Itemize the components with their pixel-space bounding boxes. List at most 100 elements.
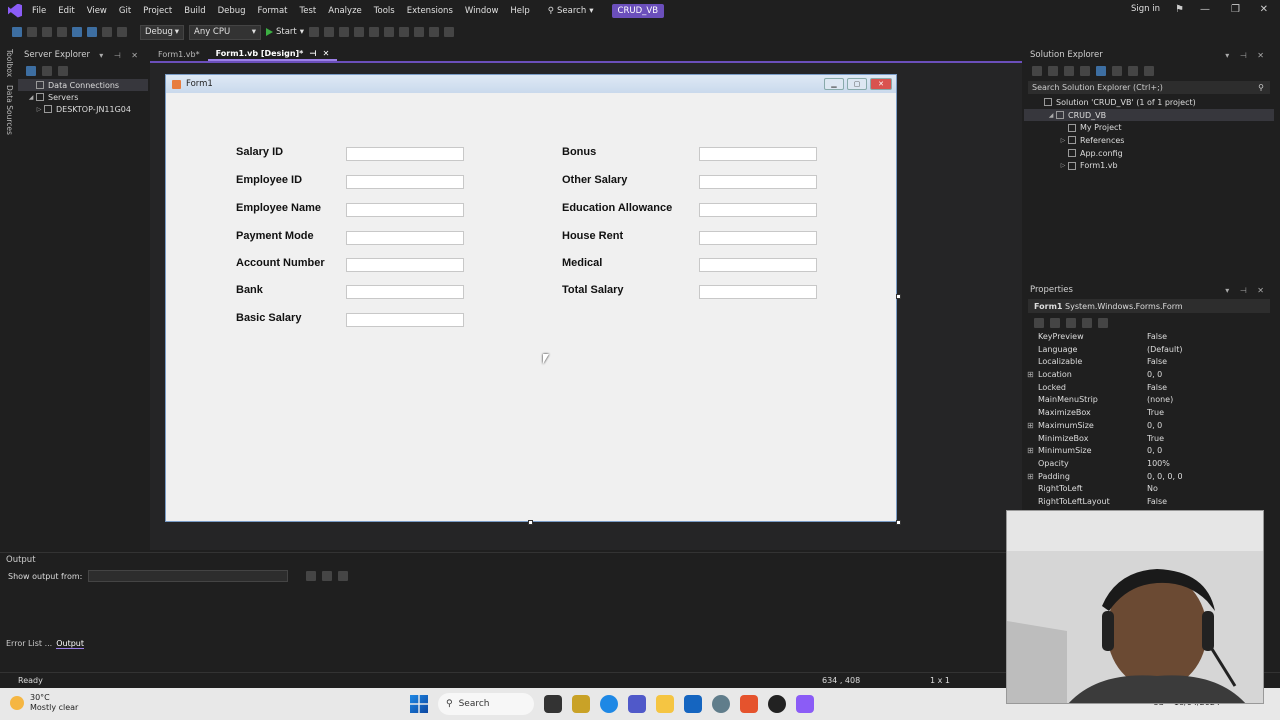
property-row[interactable]: ⊞ MaximumSize 0, 0: [1024, 420, 1274, 433]
sign-in-link[interactable]: Sign in: [1131, 4, 1160, 14]
property-row[interactable]: RightToLeft No: [1024, 483, 1274, 496]
form-textbox[interactable]: [699, 203, 817, 217]
property-value[interactable]: False: [1147, 357, 1167, 366]
property-row[interactable]: MainMenuStrip (none): [1024, 394, 1274, 407]
panel-controls-icon[interactable]: ▾ ⊣ ✕: [99, 51, 142, 60]
chrome-icon[interactable]: [768, 695, 786, 713]
show-all-files-icon[interactable]: [1128, 66, 1138, 76]
expand-plus-icon[interactable]: ⊞: [1027, 472, 1034, 481]
form-label[interactable]: Bank: [236, 284, 263, 296]
solution-tree-node[interactable]: ▷ Form1.vb: [1024, 159, 1274, 172]
align-top-icon[interactable]: [399, 27, 410, 37]
property-value[interactable]: 0, 0: [1147, 370, 1162, 379]
refresh-icon[interactable]: [26, 66, 36, 76]
taskbar-search[interactable]: ⚲ Search: [438, 693, 534, 715]
feedback-icon[interactable]: ⚑: [1175, 4, 1184, 15]
form-label[interactable]: Total Salary: [562, 284, 624, 296]
form-close-icon[interactable]: ✕: [870, 78, 892, 90]
menu-debug[interactable]: Debug: [218, 6, 246, 16]
property-row[interactable]: Language (Default): [1024, 344, 1274, 357]
align-center-icon[interactable]: [369, 27, 380, 37]
property-row[interactable]: MaximizeBox True: [1024, 407, 1274, 420]
tab-form1-code[interactable]: Form1.vb*: [150, 47, 208, 61]
windows-start-icon[interactable]: [410, 695, 428, 713]
undo-icon[interactable]: [102, 27, 112, 37]
form-textbox[interactable]: [699, 147, 817, 161]
form-textbox[interactable]: [699, 231, 817, 245]
form-title-bar[interactable]: Form1 ▁ ▢ ✕: [166, 75, 896, 93]
property-value[interactable]: True: [1147, 408, 1164, 417]
property-row[interactable]: KeyPreview False: [1024, 331, 1274, 344]
property-row[interactable]: Localizable False: [1024, 356, 1274, 369]
connect-server-icon[interactable]: [58, 66, 68, 76]
open-file-icon[interactable]: [57, 27, 67, 37]
form-label[interactable]: Education Allowance: [562, 202, 672, 214]
visual-studio-taskbar-icon[interactable]: [796, 695, 814, 713]
menu-git[interactable]: Git: [119, 6, 131, 16]
align-right-icon[interactable]: [384, 27, 395, 37]
form-textbox[interactable]: [346, 231, 464, 245]
back-icon[interactable]: [12, 27, 22, 37]
search-menu[interactable]: ⚲ Search ▾: [548, 6, 594, 16]
form-textbox[interactable]: [346, 313, 464, 327]
form-label[interactable]: Account Number: [236, 257, 325, 269]
start-button[interactable]: Start ▾: [266, 27, 304, 37]
form-textbox[interactable]: [346, 147, 464, 161]
configuration-select[interactable]: Debug ▾: [140, 24, 184, 40]
tab-output[interactable]: Output: [56, 639, 84, 649]
spacing-icon[interactable]: [444, 27, 455, 37]
task-view-icon[interactable]: [544, 695, 562, 713]
redo-icon[interactable]: [117, 27, 127, 37]
panel-controls-icon[interactable]: ▾ ⊣ ✕: [1225, 286, 1268, 295]
property-value[interactable]: No: [1147, 484, 1158, 493]
form-textbox[interactable]: [699, 258, 817, 272]
solution-tree-node[interactable]: App.config: [1024, 147, 1274, 160]
property-row[interactable]: MinimizeBox True: [1024, 433, 1274, 446]
restore-icon[interactable]: ❐: [1231, 4, 1240, 15]
menu-tools[interactable]: Tools: [374, 6, 395, 16]
refresh-icon[interactable]: [1096, 66, 1106, 76]
close-icon[interactable]: ✕: [1260, 4, 1268, 15]
file-explorer-icon[interactable]: [656, 695, 674, 713]
platform-select[interactable]: Any CPU ▾: [189, 24, 261, 40]
property-pages-icon[interactable]: [1098, 317, 1108, 328]
menu-project[interactable]: Project: [143, 6, 172, 16]
expand-plus-icon[interactable]: ⊞: [1027, 446, 1034, 455]
tab-error-list[interactable]: Error List ...: [6, 639, 52, 648]
edge-browser-icon[interactable]: [600, 695, 618, 713]
property-value[interactable]: 0, 0, 0, 0: [1147, 472, 1183, 481]
property-value[interactable]: False: [1147, 332, 1167, 341]
resize-handle-right[interactable]: [896, 294, 901, 299]
teams-icon[interactable]: [628, 695, 646, 713]
expander-icon[interactable]: ▷: [1058, 137, 1068, 144]
close-tab-icon[interactable]: ✕: [323, 49, 330, 58]
save-icon[interactable]: [72, 27, 82, 37]
server-tree-node[interactable]: ◢ Servers: [18, 91, 148, 103]
connect-database-icon[interactable]: [42, 66, 52, 76]
events-icon[interactable]: [1082, 317, 1092, 328]
align-left-icon[interactable]: [354, 27, 365, 37]
properties-view-icon[interactable]: [1066, 317, 1076, 328]
form-label[interactable]: Payment Mode: [236, 230, 314, 242]
form-label[interactable]: Employee Name: [236, 202, 321, 214]
panel-controls-icon[interactable]: ▾ ⊣ ✕: [1225, 51, 1268, 60]
output-history-icon[interactable]: [338, 571, 349, 581]
property-row[interactable]: ⊞ Location 0, 0: [1024, 369, 1274, 382]
hot-reload-icon[interactable]: [324, 27, 335, 37]
same-size-icon[interactable]: [429, 27, 440, 37]
collapse-all-icon[interactable]: [1112, 66, 1122, 76]
form-maximize-icon[interactable]: ▢: [847, 78, 867, 90]
form-textbox[interactable]: [346, 258, 464, 272]
property-value[interactable]: 100%: [1147, 459, 1170, 468]
properties-icon[interactable]: [1144, 66, 1154, 76]
expander-icon[interactable]: ◢: [1046, 112, 1056, 119]
widgets-icon[interactable]: [572, 695, 590, 713]
form-label[interactable]: Employee ID: [236, 174, 302, 186]
form-textbox[interactable]: [699, 175, 817, 189]
expand-plus-icon[interactable]: ⊞: [1027, 421, 1034, 430]
align-middle-icon[interactable]: [414, 27, 425, 37]
property-row[interactable]: ⊞ MinimumSize 0, 0: [1024, 445, 1274, 458]
solution-search-input[interactable]: Search Solution Explorer (Ctrl+;) ⚲: [1028, 81, 1270, 94]
form-minimize-icon[interactable]: ▁: [824, 78, 844, 90]
form-label[interactable]: Medical: [562, 257, 602, 269]
